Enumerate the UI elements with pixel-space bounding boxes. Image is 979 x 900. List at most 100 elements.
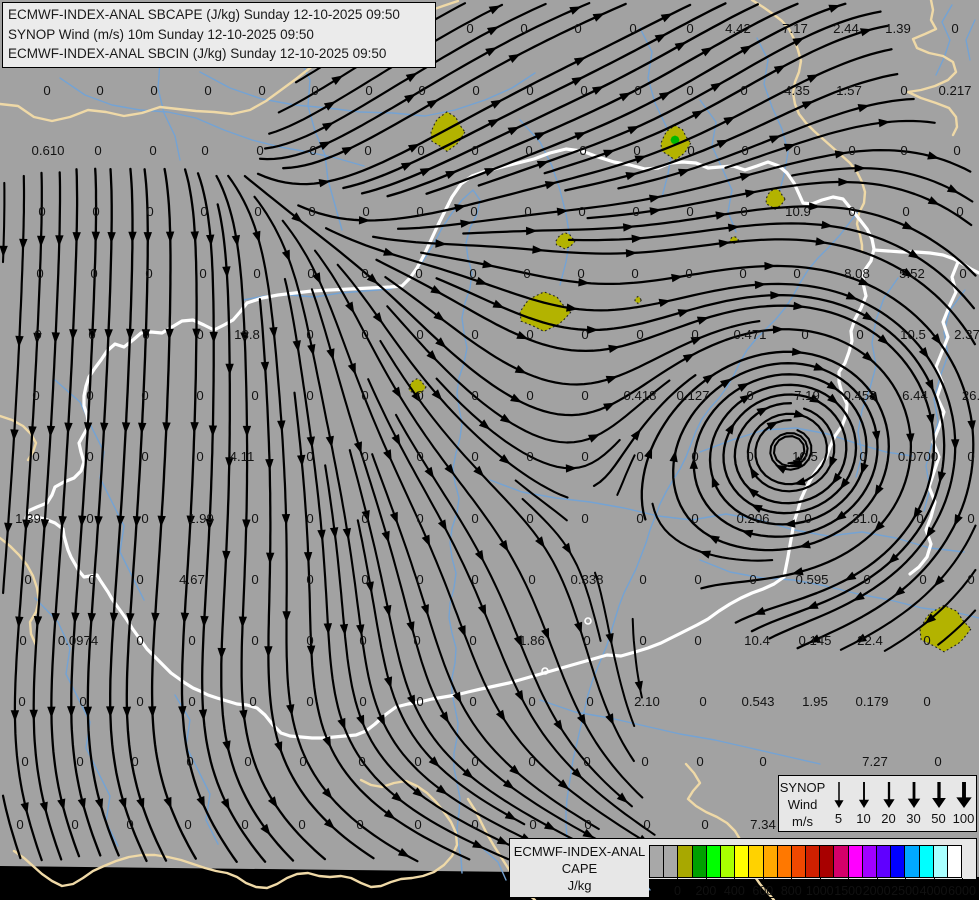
station-value-label: 0 (528, 694, 535, 709)
down-arrow-icon (882, 782, 895, 808)
station-value-label: 4.67 (179, 572, 205, 587)
station-value-label: 0 (361, 449, 368, 464)
wind-scale-item: 10 (851, 780, 876, 831)
station-value-label: 0 (923, 633, 930, 648)
station-value-label: 0 (470, 204, 477, 219)
title-line-sbcape: ECMWF-INDEX-ANAL SBCAPE (J/kg) Sunday 12… (8, 7, 400, 22)
station-value-label: 0 (90, 266, 97, 281)
station-value-label: 0 (416, 204, 423, 219)
station-value-label: 0 (34, 327, 41, 342)
cape-color-swatch (748, 846, 763, 877)
station-value-label: 0 (902, 204, 909, 219)
station-value-label: 0 (416, 327, 423, 342)
station-value-label: 0 (365, 83, 372, 98)
station-value-label: 0 (136, 633, 143, 648)
station-value-label: 0 (21, 754, 28, 769)
down-arrow-icon (858, 782, 869, 808)
station-value-label: 0 (916, 511, 923, 526)
cape-color-swatch (691, 846, 706, 877)
station-value-label: 0 (306, 327, 313, 342)
station-value-label: 0 (739, 266, 746, 281)
station-value-label: 0 (38, 204, 45, 219)
station-value-label: 0 (471, 817, 478, 832)
station-value-label: 0.543 (741, 694, 774, 709)
station-value-label: 0 (149, 143, 156, 158)
wind-legend-title: SYNOP (779, 780, 826, 795)
station-value-label: 0 (311, 83, 318, 98)
station-value-label: 0 (413, 633, 420, 648)
cape-color-swatch (705, 846, 720, 877)
station-value-label: 0 (94, 143, 101, 158)
station-value-label: 0.338 (570, 572, 603, 587)
station-value-label: 0 (900, 83, 907, 98)
station-value-label: 0 (43, 83, 50, 98)
station-value-label: 0 (188, 694, 195, 709)
station-value-label: 0 (580, 83, 587, 98)
station-value-label: 0 (526, 83, 533, 98)
station-value-label: 0 (746, 449, 753, 464)
station-value-label: 0 (298, 817, 305, 832)
station-value-label: 0 (759, 754, 766, 769)
station-value-label: 0 (691, 327, 698, 342)
station-value-label: 0 (951, 21, 958, 36)
station-value-label: 0 (18, 694, 25, 709)
station-value-label: 0 (856, 327, 863, 342)
cape-legend: ECMWF-INDEX-ANAL CAPE J/kg 0 200 400 600 800… (509, 838, 977, 898)
cape-color-swatch (719, 846, 735, 877)
station-value-label: 0 (254, 204, 261, 219)
station-value-label: 0 (953, 143, 960, 158)
cape-color-swatch (847, 846, 862, 877)
station-value-label: 0 (694, 633, 701, 648)
station-value-label: 0 (686, 83, 693, 98)
station-value-label: 0 (358, 754, 365, 769)
station-value-label: 0 (145, 266, 152, 281)
station-value-label: 0 (848, 204, 855, 219)
station-value-label: 0 (361, 266, 368, 281)
station-value-label: 0 (793, 143, 800, 158)
station-value-label: 0 (199, 266, 206, 281)
station-value-label: 0.127 (676, 388, 709, 403)
station-value-label: 0 (740, 204, 747, 219)
cape-color-swatch (819, 846, 834, 877)
station-value-label: 7.27 (862, 754, 888, 769)
station-value-label: 0 (71, 817, 78, 832)
wind-scale-value: 50 (931, 811, 946, 826)
station-value-label: 0 (415, 266, 422, 281)
station-value-label: 0 (96, 83, 103, 98)
station-value-label: 0 (629, 21, 636, 36)
station-value-label: 0 (308, 204, 315, 219)
station-value-label: 0 (141, 388, 148, 403)
cape-color-swatch (861, 846, 876, 877)
station-value-label: 10.5 (792, 449, 818, 464)
cape-color-swatch (663, 846, 678, 877)
station-value-label: 0 (416, 694, 423, 709)
station-value-label: 0 (362, 204, 369, 219)
station-value-label: 4.35 (784, 83, 810, 98)
station-value-label: 0 (469, 694, 476, 709)
station-value-label: 0 (923, 694, 930, 709)
station-value-label: 0 (746, 388, 753, 403)
cape-color-swatch (833, 846, 848, 877)
station-value-label: 0 (863, 572, 870, 587)
cape-color-swatch (918, 846, 933, 877)
cape-tick-label: 2500 (891, 884, 919, 898)
station-value-label: 0 (307, 266, 314, 281)
station-value-label: 0 (471, 449, 478, 464)
cape-color-swatch (776, 846, 791, 877)
station-value-label: 0 (364, 143, 371, 158)
station-value-label: 0 (142, 327, 149, 342)
station-value-label: 0 (686, 21, 693, 36)
station-value-label: 0 (583, 754, 590, 769)
station-value-label: 0 (578, 204, 585, 219)
station-value-label: 0 (634, 83, 641, 98)
station-value-label: 0 (200, 204, 207, 219)
cape-tick-label: 200 (695, 884, 717, 898)
cape-color-swatch (946, 846, 962, 877)
station-value-label: 0 (146, 204, 153, 219)
station-value-label: 0 (574, 21, 581, 36)
wind-scale-value: 5 (834, 811, 843, 826)
cape-legend-unit: J/kg (567, 878, 592, 893)
cape-color-swatch (650, 846, 664, 877)
down-arrow-icon (833, 782, 844, 808)
station-value-label: 0 (92, 204, 99, 219)
